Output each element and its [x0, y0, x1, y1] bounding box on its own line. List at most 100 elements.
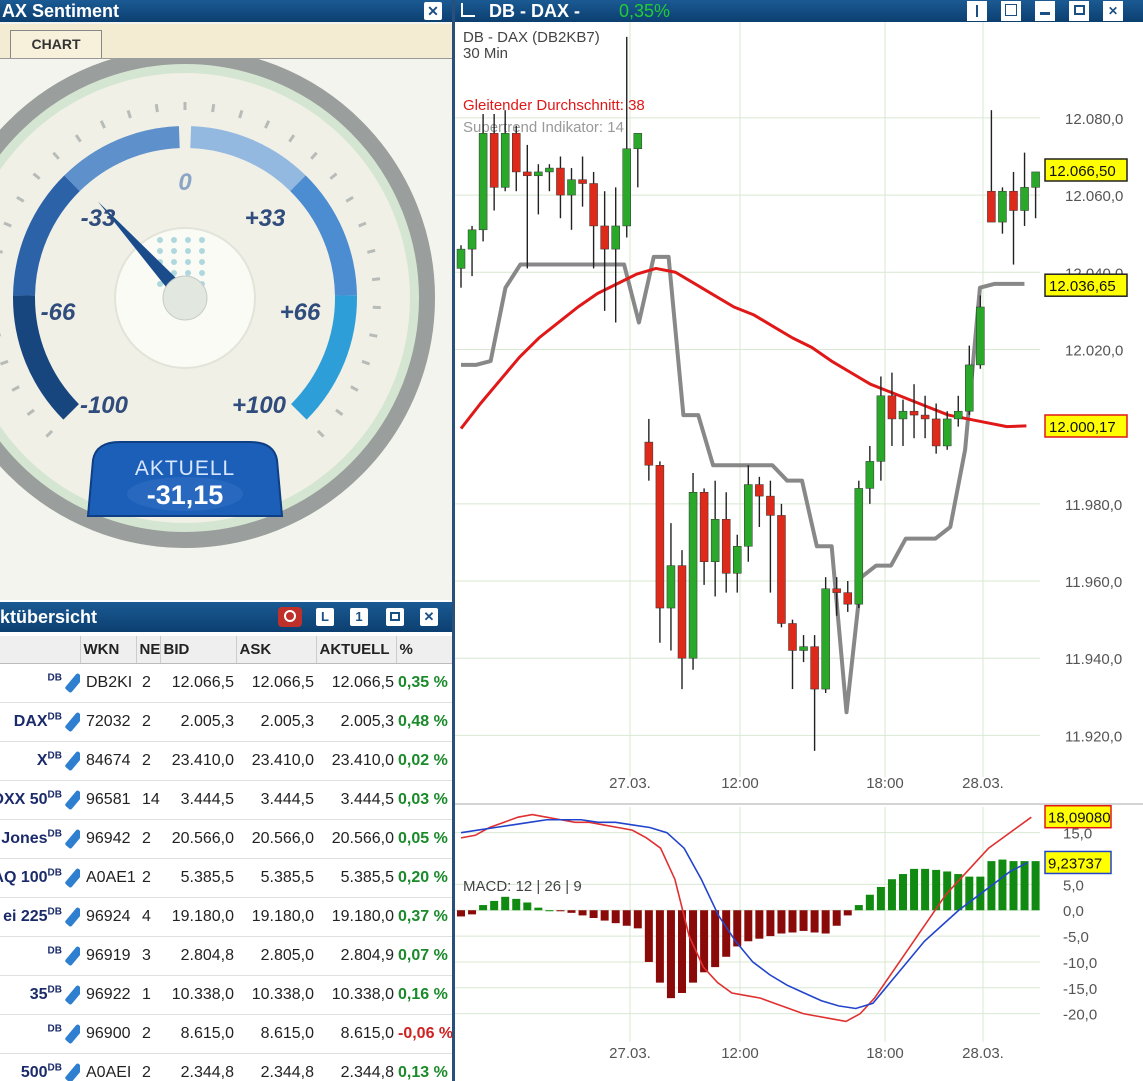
- sma-indicator-label: Gleitender Durchschnitt: 38: [463, 97, 645, 114]
- macd-histogram-bar: [656, 910, 664, 982]
- row-pct: 0,13 %: [396, 1054, 452, 1081]
- col-ne[interactable]: NE: [136, 636, 160, 664]
- edit-pencil-icon[interactable]: [65, 712, 80, 732]
- chart-close-button[interactable]: ✕: [1103, 1, 1123, 21]
- row-ask: 2.344,8: [236, 1054, 316, 1081]
- edit-pencil-icon[interactable]: [65, 829, 80, 849]
- gauge-current-label: AKTUELL: [135, 457, 235, 480]
- edit-pencil-icon[interactable]: [65, 1024, 80, 1044]
- candle-body: [744, 485, 752, 547]
- edit-pencil-icon[interactable]: [65, 1063, 80, 1081]
- price-chart[interactable]: 12.080,012.060,012.040,012.020,011.980,0…: [455, 22, 1143, 1081]
- gauge-dot: [171, 248, 177, 254]
- gauge-tick: [156, 104, 157, 112]
- market-row[interactable]: DBDB2KI212.066,512.066,512.066,50,35 %: [0, 664, 452, 703]
- chart-minimize-button[interactable]: [1035, 1, 1055, 21]
- time-axis-tick-label: 18:00: [866, 775, 904, 792]
- layout-l-button[interactable]: L: [316, 608, 334, 626]
- chart-pin-button[interactable]: [967, 1, 987, 21]
- market-row[interactable]: DB9690028.615,08.615,08.615,0-0,06 %: [0, 1015, 452, 1054]
- candle-body: [954, 411, 962, 419]
- market-row[interactable]: JonesDB96942220.566,020.566,020.566,00,0…: [0, 820, 452, 859]
- macd-histogram-bar: [910, 869, 918, 910]
- edit-pencil-icon[interactable]: [65, 751, 80, 771]
- macd-histogram-bar: [954, 874, 962, 910]
- row-exchange-sup: DB: [48, 1024, 62, 1035]
- macd-time-tick-label: 27.03.: [609, 1045, 651, 1062]
- macd-histogram-bar: [844, 910, 852, 915]
- macd-time-tick-label: 28.03.: [962, 1045, 1004, 1062]
- market-row[interactable]: DAXDB7203222.005,32.005,32.005,30,48 %: [0, 703, 452, 742]
- market-row[interactable]: XDB84674223.410,023.410,023.410,00,02 %: [0, 742, 452, 781]
- edit-pencil-icon[interactable]: [65, 868, 80, 888]
- candle-body: [568, 180, 576, 195]
- edit-pencil-icon[interactable]: [65, 673, 80, 693]
- market-row[interactable]: 35DB96922110.338,010.338,010.338,00,16 %: [0, 976, 452, 1015]
- col-pct[interactable]: %: [396, 636, 452, 664]
- macd-histogram-bar: [645, 910, 653, 962]
- sentiment-close-button[interactable]: ✕: [424, 2, 442, 20]
- row-ask: 3.444,5: [236, 781, 316, 820]
- edit-pencil-icon[interactable]: [65, 790, 80, 810]
- col-ask[interactable]: ASK: [236, 636, 316, 664]
- row-pct: -0,06 %: [396, 1015, 452, 1054]
- candle-body: [733, 546, 741, 573]
- macd-histogram-bar: [1032, 861, 1040, 910]
- col-bid[interactable]: BID: [160, 636, 236, 664]
- price-axis-tick-label: 11.960,0: [1065, 574, 1122, 591]
- macd-axis-tick-label: -5,0: [1063, 929, 1089, 946]
- restore-icon: [390, 612, 400, 621]
- row-exchange-sup: DB: [48, 1063, 62, 1074]
- col-aktuell[interactable]: AKTUELL: [316, 636, 396, 664]
- live-signal-button[interactable]: [278, 607, 302, 627]
- candle-body: [789, 623, 797, 650]
- candle-body: [700, 492, 708, 561]
- col-wkn[interactable]: WKN: [80, 636, 136, 664]
- row-wkn: 96924: [80, 898, 136, 937]
- row-name: DAQ 100: [0, 869, 48, 886]
- candle-body: [556, 168, 564, 195]
- row-akt: 12.066,5: [316, 664, 396, 703]
- candle-body: [766, 496, 774, 515]
- row-name-cell: ei 225DB: [0, 898, 80, 937]
- row-ne: 4: [136, 898, 160, 937]
- chart-window-button[interactable]: [1001, 1, 1021, 21]
- row-akt: 3.444,5: [316, 781, 396, 820]
- tab-chart[interactable]: CHART: [10, 30, 102, 58]
- sentiment-tab-row: CHART: [0, 24, 452, 59]
- market-row[interactable]: 500DBA0AEI22.344,82.344,82.344,80,13 %: [0, 1054, 452, 1081]
- macd-histogram-bar: [711, 910, 719, 967]
- market-row[interactable]: ei 225DB96924419.180,019.180,019.180,00,…: [0, 898, 452, 937]
- edit-pencil-icon[interactable]: [65, 985, 80, 1005]
- candle-body: [545, 168, 553, 172]
- row-exchange-sup: DB: [48, 985, 62, 996]
- macd-histogram-bar: [888, 879, 896, 910]
- chart-window: DB - DAX - 0,35% ✕ 12.080,012.060,012.04…: [452, 0, 1143, 1081]
- row-pct: 0,20 %: [396, 859, 452, 898]
- market-row[interactable]: OXX 50DB96581143.444,53.444,53.444,50,03…: [0, 781, 452, 820]
- market-close-button[interactable]: ✕: [420, 608, 438, 626]
- macd-histogram-bar: [789, 910, 797, 932]
- row-wkn: 96942: [80, 820, 136, 859]
- restore-button[interactable]: [386, 608, 404, 626]
- candle-body: [888, 396, 896, 419]
- row-ask: 2.005,3: [236, 703, 316, 742]
- market-row[interactable]: DAQ 100DBA0AE125.385,55.385,55.385,50,20…: [0, 859, 452, 898]
- col-name[interactable]: [0, 636, 80, 664]
- market-row[interactable]: DB9691932.804,82.805,02.804,90,07 %: [0, 937, 452, 976]
- layout-1-button[interactable]: 1: [350, 608, 368, 626]
- edit-pencil-icon[interactable]: [65, 946, 80, 966]
- edit-pencil-icon[interactable]: [65, 907, 80, 927]
- candle-body: [822, 589, 830, 689]
- row-pct: 0,37 %: [396, 898, 452, 937]
- restore-icon: [1074, 5, 1085, 15]
- gauge-dot: [199, 248, 205, 254]
- gauge-dot: [185, 270, 191, 276]
- candle-body: [634, 133, 642, 148]
- macd-histogram-bar: [811, 910, 819, 932]
- row-akt: 2.344,8: [316, 1054, 396, 1081]
- row-ne: 2: [136, 859, 160, 898]
- sentiment-titlebar: AX Sentiment ✕: [0, 0, 452, 22]
- macd-histogram-bar: [545, 910, 553, 911]
- chart-restore-button[interactable]: [1069, 1, 1089, 21]
